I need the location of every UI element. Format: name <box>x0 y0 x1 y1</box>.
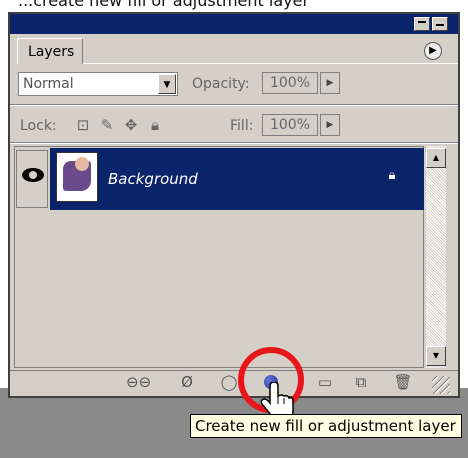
opacity-field[interactable]: 100% <box>262 72 318 94</box>
opacity-label: Opacity: <box>192 76 250 92</box>
layer-mask-icon[interactable]: ◯ <box>218 372 240 392</box>
divider <box>10 142 458 144</box>
lock-transparency-icon[interactable]: ⊡ <box>74 116 92 134</box>
new-layer-icon[interactable]: ⧉ <box>350 372 372 392</box>
lock-all-icon[interactable]: 🔒︎ <box>146 116 164 134</box>
new-group-icon[interactable]: ▭ <box>314 372 336 392</box>
scrollbar[interactable] <box>426 146 446 368</box>
tab-layers[interactable]: Layers <box>17 38 83 64</box>
tab-divider <box>83 63 458 64</box>
chevron-down-icon[interactable]: ▼ <box>158 74 176 94</box>
delete-layer-icon[interactable]: 🗑︎ <box>392 372 414 392</box>
tooltip: Create new fill or adjustment layer <box>190 414 462 438</box>
layer-row[interactable] <box>50 148 424 210</box>
palette-titlebar[interactable] <box>10 14 458 34</box>
flyout-menu-icon[interactable]: ▶ <box>424 42 442 60</box>
close-button[interactable] <box>432 17 448 31</box>
layer-thumbnail <box>56 152 98 202</box>
opacity-slider-arrow[interactable]: ▶ <box>320 72 340 94</box>
eye-icon[interactable] <box>22 168 44 182</box>
minimize-button[interactable] <box>414 17 430 31</box>
fill-slider-arrow[interactable]: ▶ <box>320 114 340 136</box>
fill-field[interactable]: 100% <box>262 114 318 136</box>
lock-position-icon[interactable]: ✥ <box>122 116 140 134</box>
scroll-down-arrow[interactable]: ▼ <box>426 346 446 366</box>
layer-style-icon[interactable]: Ø <box>176 372 198 392</box>
layer-name: Background <box>108 170 198 188</box>
lock-icon: 🔒︎ <box>388 168 396 183</box>
fill-label: Fill: <box>230 118 254 134</box>
blend-mode-select[interactable]: Normal <box>18 72 178 96</box>
lock-label: Lock: <box>20 118 57 134</box>
resize-grip[interactable] <box>432 376 450 394</box>
lock-image-icon[interactable]: ✎ <box>98 116 116 134</box>
divider <box>10 104 458 106</box>
link-layers-icon[interactable]: ⊖⊖ <box>126 372 151 392</box>
scroll-up-arrow[interactable]: ▲ <box>426 148 446 168</box>
